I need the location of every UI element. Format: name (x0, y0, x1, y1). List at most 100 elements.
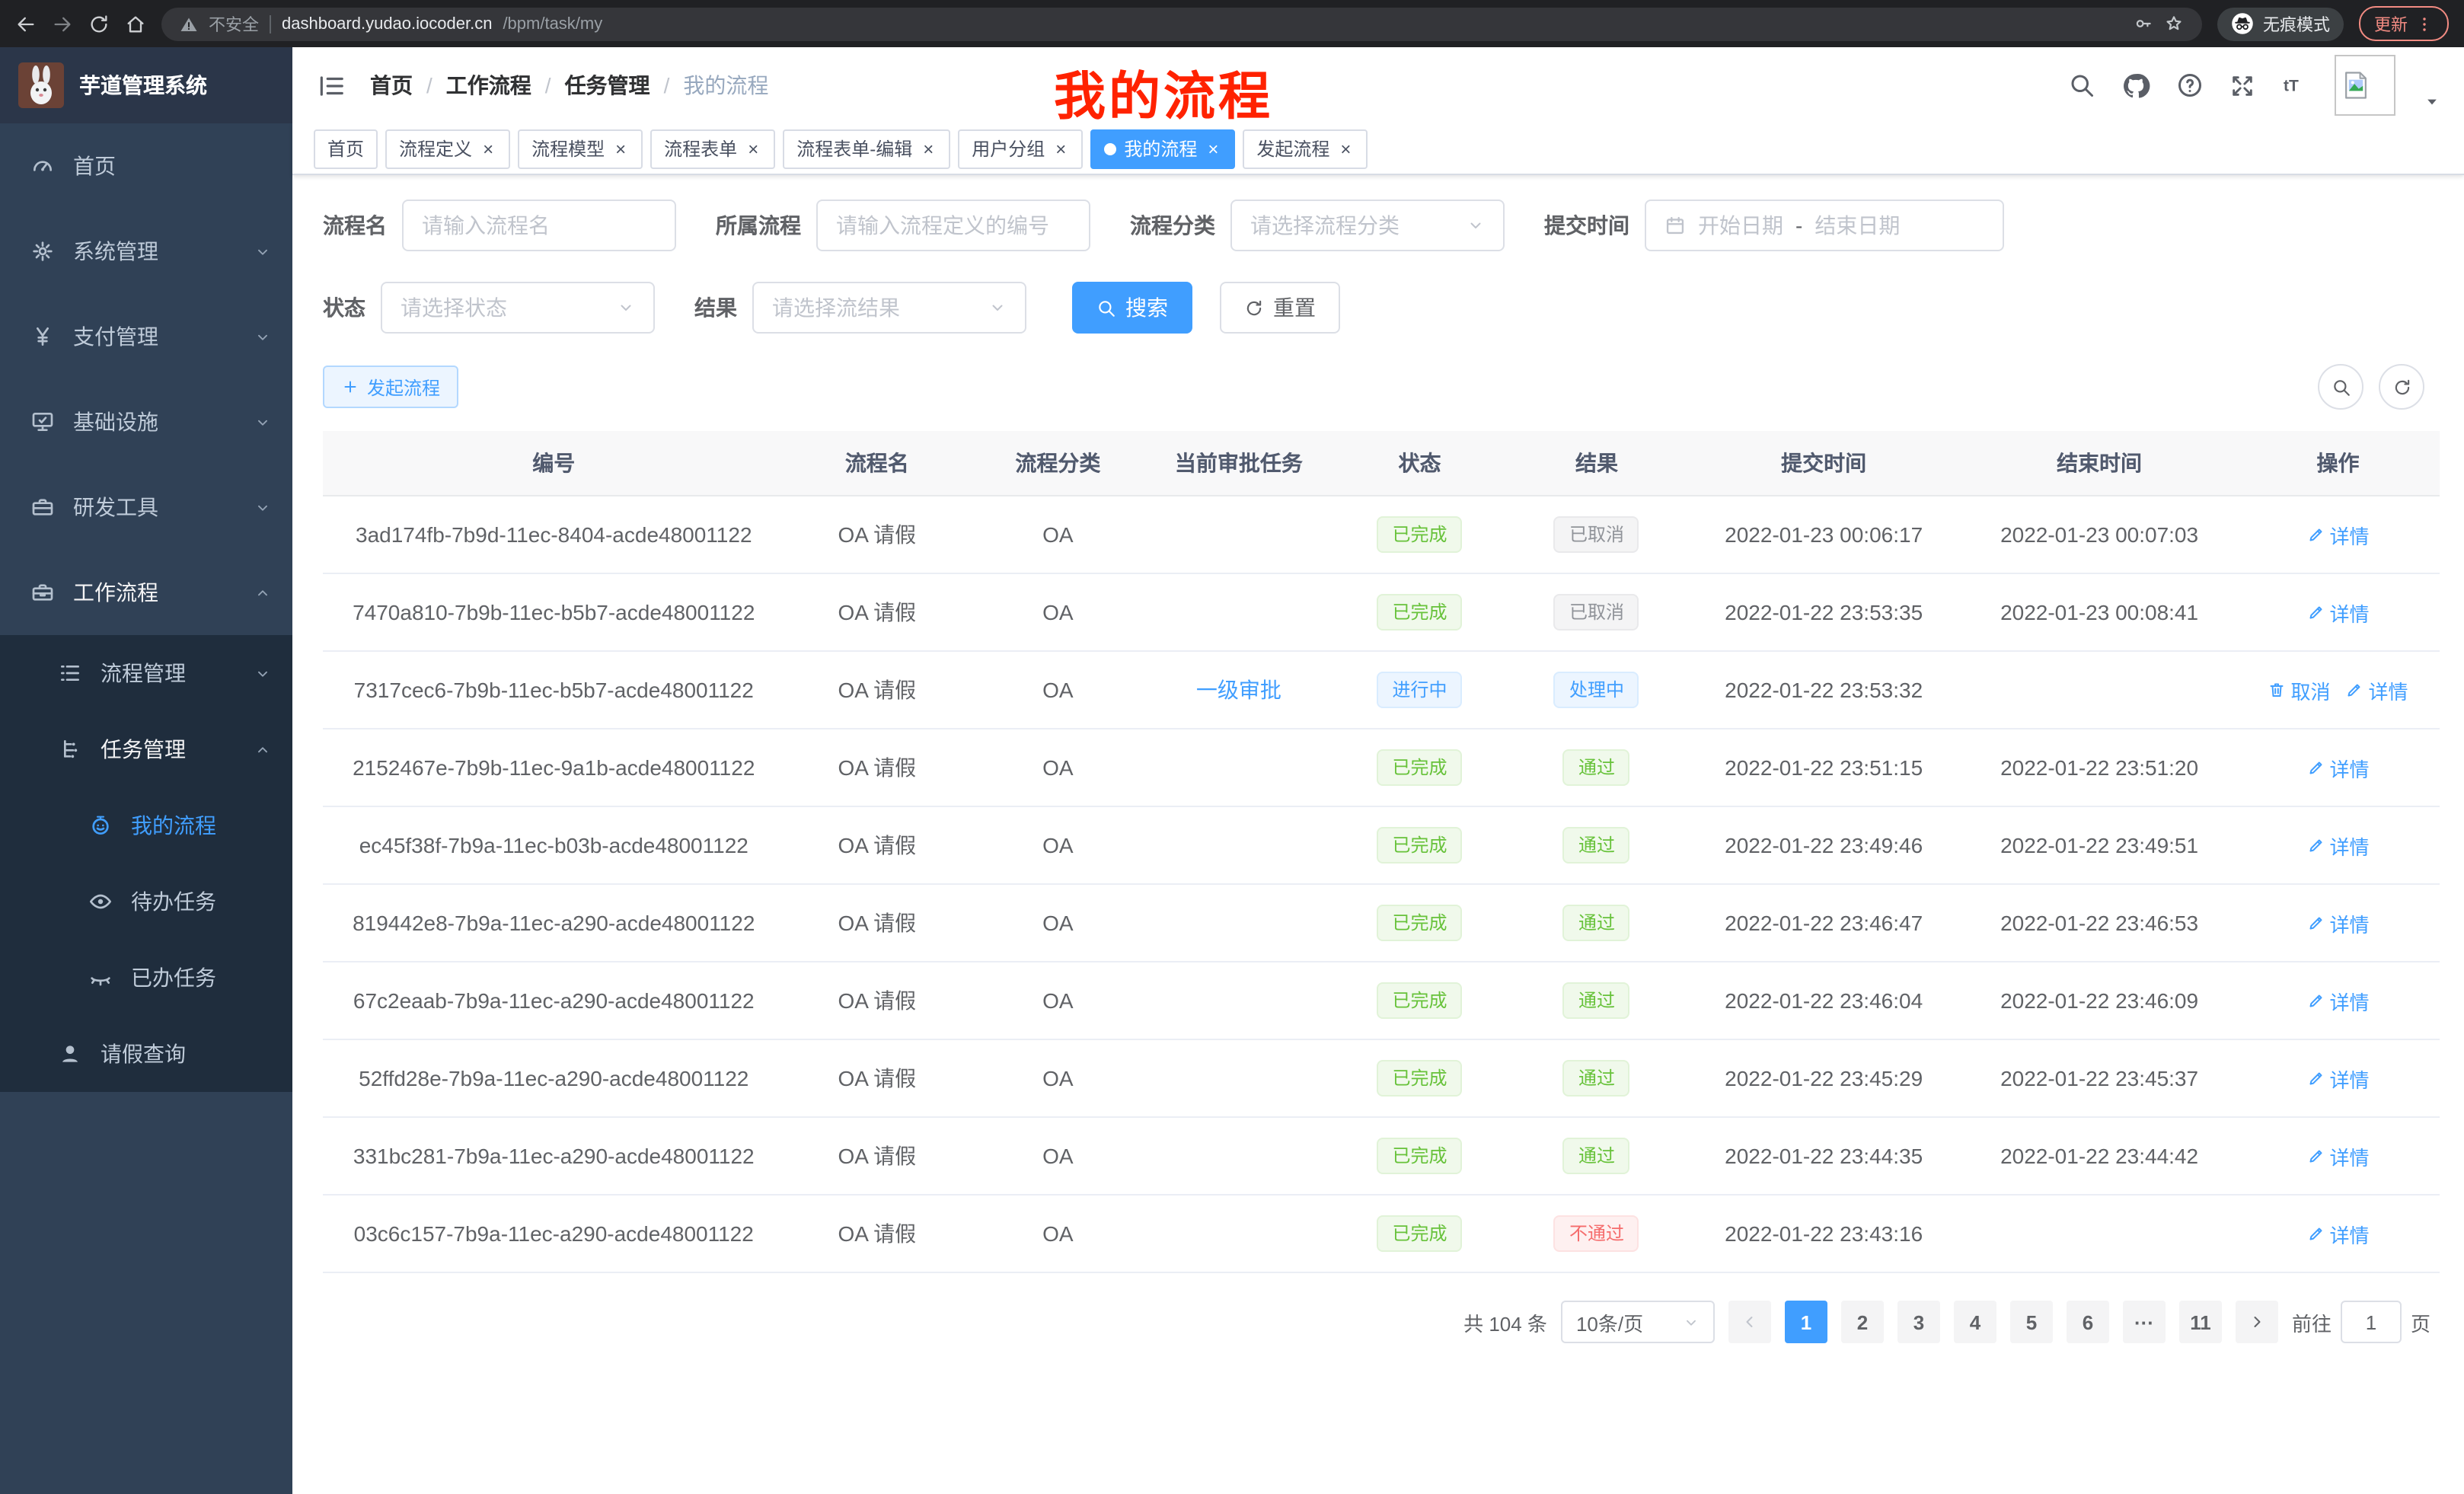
search-button[interactable]: 搜索 (1072, 282, 1192, 334)
fullscreen-icon[interactable] (2229, 72, 2255, 98)
category-select[interactable]: 请选择流程分类 (1230, 200, 1505, 251)
sidebar-item-done-tasks[interactable]: 已办任务 (0, 940, 292, 1016)
close-icon[interactable]: × (1052, 138, 1069, 159)
page-button-1[interactable]: 1 (1785, 1301, 1827, 1343)
url-bar[interactable]: 不安全 dashboard.yudao.iocoder.cn/bpm/task/… (161, 7, 2202, 40)
prev-page-button[interactable] (1728, 1301, 1771, 1343)
total-count: 共 104 条 (1463, 1307, 1547, 1336)
page-button-6[interactable]: 6 (2067, 1301, 2109, 1343)
cell-category: OA (969, 729, 1147, 806)
browser-forward-icon[interactable] (52, 13, 73, 34)
github-icon[interactable] (2121, 71, 2150, 100)
breadcrumb-separator: / (426, 73, 432, 97)
refresh-table-button[interactable] (2379, 364, 2424, 410)
show-search-button[interactable] (2318, 364, 2363, 410)
user-icon (58, 1042, 82, 1066)
detail-link[interactable]: 详情 (2306, 1219, 2369, 1248)
date-range-picker[interactable]: 开始日期 - 结束日期 (1645, 200, 2004, 251)
filter-label: 流程名 (323, 210, 387, 241)
security-label: 不安全 (209, 11, 259, 36)
detail-link[interactable]: 详情 (2306, 908, 2369, 937)
browser-home-icon[interactable] (125, 13, 146, 34)
start-process-button[interactable]: 发起流程 (323, 366, 458, 408)
browser-back-icon[interactable] (15, 13, 37, 34)
browser-update-button[interactable]: 更新 (2359, 6, 2449, 41)
help-icon[interactable] (2176, 72, 2204, 99)
reset-button[interactable]: 重置 (1220, 282, 1340, 334)
detail-link[interactable]: 详情 (2306, 986, 2369, 1015)
sidebar-logo[interactable]: 芋道管理系统 (0, 47, 292, 123)
hamburger-icon[interactable] (317, 71, 346, 100)
sidebar-item-process-mgmt[interactable]: 流程管理 (0, 635, 292, 711)
sidebar-item-infra[interactable]: 基础设施 (0, 379, 292, 464)
result-select[interactable]: 请选择流结果 (752, 282, 1026, 334)
sidebar-item-system[interactable]: 系统管理 (0, 209, 292, 294)
next-page-button[interactable] (2236, 1301, 2278, 1343)
cell-id: 7470a810-7b9b-11ec-b5b7-acde48001122 (323, 573, 785, 651)
page-size-select[interactable]: 10条/页 (1561, 1301, 1715, 1343)
chevron-down-icon (1683, 1314, 1700, 1330)
detail-link[interactable]: 详情 (2306, 831, 2369, 860)
tab-首页[interactable]: 首页 (314, 129, 378, 168)
avatar[interactable] (2335, 55, 2395, 116)
breadcrumb-home[interactable]: 首页 (370, 70, 413, 101)
current-task-link[interactable]: 一级审批 (1196, 678, 1281, 702)
sidebar-item-label: 基础设施 (73, 407, 158, 437)
sidebar-item-leave-query[interactable]: 请假查询 (0, 1016, 292, 1092)
search-icon[interactable] (2068, 72, 2095, 99)
page-button-5[interactable]: 5 (2010, 1301, 2053, 1343)
cancel-link[interactable]: 取消 (2268, 675, 2330, 704)
browser-reload-icon[interactable] (88, 13, 110, 34)
sidebar-item-workflow[interactable]: 工作流程 (0, 550, 292, 635)
close-icon[interactable]: × (1337, 138, 1354, 159)
sidebar-item-my-process[interactable]: 我的流程 (0, 787, 292, 864)
cell-result: 已取消 (1508, 573, 1686, 651)
avatar-caret-icon[interactable] (2424, 94, 2440, 110)
page-button-2[interactable]: 2 (1841, 1301, 1884, 1343)
breadcrumb-workflow[interactable]: 工作流程 (446, 70, 531, 101)
process-name-input[interactable]: 请输入流程名 (402, 200, 676, 251)
detail-link[interactable]: 详情 (2346, 675, 2408, 704)
sidebar-item-task-mgmt[interactable]: 任务管理 (0, 711, 292, 787)
sidebar-item-home[interactable]: 首页 (0, 123, 292, 209)
close-icon[interactable]: × (920, 138, 937, 159)
reset-button-label: 重置 (1273, 292, 1316, 323)
sidebar-item-todo-tasks[interactable]: 待办任务 (0, 864, 292, 940)
process-def-input[interactable]: 请输入流程定义的编号 (816, 200, 1090, 251)
detail-link[interactable]: 详情 (2306, 598, 2369, 627)
bookmark-star-icon[interactable] (2164, 14, 2184, 34)
cell-status: 已完成 (1331, 496, 1508, 573)
breadcrumb-separator: / (664, 73, 670, 97)
breadcrumb-task-mgmt[interactable]: 任务管理 (565, 70, 650, 101)
tab-我的流程[interactable]: 我的流程× (1090, 129, 1235, 168)
status-select[interactable]: 请选择状态 (381, 282, 655, 334)
page-button-4[interactable]: 4 (1954, 1301, 1996, 1343)
filter-row-1: 流程名 请输入流程名 所属流程 请输入流程定义的编号 流程分类 请选择流程分类 … (323, 200, 2440, 251)
tab-用户分组[interactable]: 用户分组× (958, 129, 1083, 168)
sidebar-item-payment[interactable]: 支付管理 (0, 294, 292, 379)
detail-link[interactable]: 详情 (2306, 1064, 2369, 1093)
font-size-icon[interactable]: tT (2281, 72, 2309, 99)
detail-link[interactable]: 详情 (2306, 1141, 2369, 1170)
edit-icon (2306, 836, 2325, 854)
detail-link[interactable]: 详情 (2306, 753, 2369, 782)
tab-流程表单[interactable]: 流程表单× (650, 129, 775, 168)
tab-流程模型[interactable]: 流程模型× (518, 129, 643, 168)
page-more-button[interactable]: ··· (2123, 1301, 2166, 1343)
close-icon[interactable]: × (1205, 138, 1221, 159)
delete-icon (2268, 681, 2286, 699)
sidebar-item-devtools[interactable]: 研发工具 (0, 464, 292, 550)
close-icon[interactable]: × (480, 138, 496, 159)
tab-流程定义[interactable]: 流程定义× (385, 129, 510, 168)
password-manager-icon[interactable] (2134, 14, 2153, 34)
goto-page-input[interactable]: 1 (2341, 1301, 2402, 1343)
page-button-11[interactable]: 11 (2179, 1301, 2222, 1343)
close-icon[interactable]: × (745, 138, 761, 159)
close-icon[interactable]: × (612, 138, 629, 159)
detail-link[interactable]: 详情 (2306, 520, 2369, 549)
tab-发起流程[interactable]: 发起流程× (1243, 129, 1368, 168)
page-button-3[interactable]: 3 (1897, 1301, 1940, 1343)
cell-process-name: OA 请假 (785, 573, 970, 651)
kebab-menu-icon[interactable] (2415, 14, 2434, 33)
tab-流程表单-编辑[interactable]: 流程表单-编辑× (783, 129, 950, 168)
